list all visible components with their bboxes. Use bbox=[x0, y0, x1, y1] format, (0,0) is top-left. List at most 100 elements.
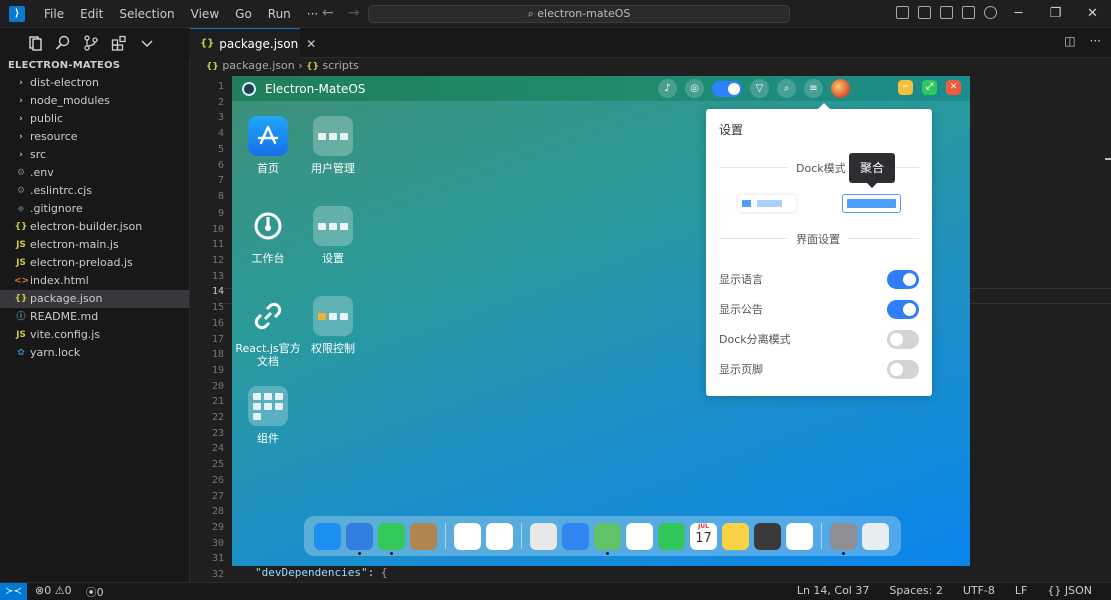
remote-indicator[interactable]: ≻≺ bbox=[0, 583, 27, 600]
explorer-icon[interactable] bbox=[24, 32, 46, 54]
ports-indicator[interactable]: ⦿0 bbox=[86, 584, 104, 600]
globe-icon[interactable]: ◎ bbox=[685, 79, 704, 98]
encoding[interactable]: UTF-8 bbox=[963, 584, 995, 597]
maximize-icon[interactable]: ⤢ bbox=[922, 80, 937, 95]
dock-music-icon[interactable] bbox=[786, 522, 813, 550]
setting-show-footer: 显示页脚 bbox=[719, 359, 919, 379]
tree-item[interactable]: {} package.json bbox=[0, 290, 189, 308]
desktop-icon-user-management[interactable]: 用户管理 bbox=[297, 116, 369, 175]
close-icon[interactable]: ✕ bbox=[1074, 0, 1111, 28]
cursor-position[interactable]: Ln 14, Col 37 bbox=[797, 584, 870, 597]
desktop-icon-workbench[interactable]: 工作台 bbox=[232, 206, 304, 265]
command-center-title: electron-mateOS bbox=[537, 7, 631, 20]
breadcrumb-scripts[interactable]: scripts bbox=[323, 59, 359, 72]
source-control-icon[interactable] bbox=[80, 32, 102, 54]
dock-facetime-icon[interactable] bbox=[658, 522, 685, 550]
split-editor-icon[interactable]: ◫ bbox=[1064, 34, 1075, 48]
menu-run[interactable]: Run bbox=[260, 7, 299, 21]
tree-item[interactable]: {} electron-builder.json bbox=[0, 218, 189, 236]
forward-arrow-icon[interactable]: → bbox=[348, 5, 360, 21]
dock-contacts-icon[interactable] bbox=[410, 522, 437, 550]
minimize-icon[interactable]: ─ bbox=[1000, 0, 1037, 28]
desktop-icon-settings[interactable]: 设置 bbox=[297, 206, 369, 265]
dock-monitor-icon[interactable] bbox=[454, 522, 481, 550]
tree-item[interactable]: ⚙ .env bbox=[0, 164, 189, 182]
desktop-icon-home[interactable]: 首页 bbox=[232, 116, 304, 175]
chevron-down-icon[interactable] bbox=[136, 32, 158, 54]
tree-item-label: src bbox=[30, 148, 47, 161]
tree-item[interactable]: › resource bbox=[0, 128, 189, 146]
tree-item[interactable]: › public bbox=[0, 110, 189, 128]
tree-item[interactable]: JS electron-preload.js bbox=[0, 254, 189, 272]
menu-file[interactable]: File bbox=[36, 7, 72, 21]
tree-item[interactable]: JS vite.config.js bbox=[0, 326, 189, 344]
breadcrumb-file[interactable]: package.json bbox=[222, 59, 294, 72]
back-arrow-icon[interactable]: ← bbox=[322, 5, 334, 21]
bell-icon[interactable]: ♪ bbox=[658, 79, 677, 98]
shirt-icon[interactable]: ▽ bbox=[750, 79, 769, 98]
tree-item[interactable]: › dist-electron bbox=[0, 74, 189, 92]
settings-sliders-icon[interactable]: ≡ bbox=[804, 79, 823, 98]
tree-item[interactable]: ⚙ .eslintrc.cjs bbox=[0, 182, 189, 200]
tree-item[interactable]: › src bbox=[0, 146, 189, 164]
restore-icon[interactable]: ❐ bbox=[1037, 0, 1074, 28]
dock-launchpad-icon[interactable] bbox=[530, 522, 557, 550]
show-notice-switch[interactable] bbox=[887, 299, 919, 319]
tree-item[interactable]: ⓘ README.md bbox=[0, 308, 189, 326]
dock-calculator-icon[interactable] bbox=[754, 522, 781, 550]
minimize-icon[interactable]: ─ bbox=[898, 80, 913, 95]
dock-safari-icon[interactable] bbox=[346, 522, 373, 555]
toggle-sidebar-icon[interactable] bbox=[896, 6, 909, 19]
dock-maps-icon[interactable] bbox=[594, 522, 621, 555]
theme-toggle[interactable] bbox=[712, 80, 742, 97]
desktop-icon-components[interactable]: 组件 bbox=[232, 386, 304, 445]
toggle-secondary-sidebar-icon[interactable] bbox=[940, 6, 953, 19]
language-mode[interactable]: {} JSON bbox=[1047, 584, 1092, 597]
dock-info-icon[interactable] bbox=[486, 522, 513, 550]
end-of-line[interactable]: LF bbox=[1015, 584, 1027, 597]
dock-calendar-icon[interactable]: JUL 17 bbox=[690, 522, 717, 550]
indentation[interactable]: Spaces: 2 bbox=[889, 584, 942, 597]
problems-indicator[interactable]: ⊗0 ⚠0 bbox=[35, 584, 72, 600]
desktop-icon-permissions[interactable]: 权限控制 bbox=[297, 296, 369, 355]
more-actions-icon[interactable]: ··· bbox=[1090, 34, 1101, 48]
popup-caret bbox=[818, 103, 830, 109]
editor-actions: ◫ ··· bbox=[1064, 34, 1101, 48]
dock-mode-tooltip: 聚合 bbox=[849, 153, 896, 188]
search-icon[interactable]: ⌕ bbox=[777, 79, 796, 98]
tree-item[interactable]: JS electron-main.js bbox=[0, 236, 189, 254]
dock-trash-icon[interactable] bbox=[862, 522, 889, 550]
close-icon[interactable]: ✕ bbox=[946, 80, 961, 95]
dock-option-separated[interactable] bbox=[738, 195, 796, 212]
tree-item[interactable]: ◆ .gitignore bbox=[0, 200, 189, 218]
desktop-icon-react-docs[interactable]: React.js官方文档 bbox=[232, 296, 304, 368]
dock-option-aggregated[interactable] bbox=[842, 194, 901, 213]
gear-icon[interactable] bbox=[984, 6, 997, 19]
avatar[interactable] bbox=[831, 79, 850, 98]
tree-item[interactable]: <> index.html bbox=[0, 272, 189, 290]
menu-selection[interactable]: Selection bbox=[111, 7, 182, 21]
feedback-icon[interactable] bbox=[962, 6, 975, 19]
yarn-file-icon: ✿ bbox=[17, 348, 25, 358]
dock-photos-icon[interactable] bbox=[626, 522, 653, 550]
chevron-right-icon: › bbox=[19, 132, 23, 142]
tree-item[interactable]: › node_modules bbox=[0, 92, 189, 110]
command-center-search[interactable]: ⌕ electron-mateOS bbox=[368, 5, 790, 23]
dock-system-settings-icon[interactable] bbox=[830, 522, 857, 555]
dock-messages-icon[interactable] bbox=[378, 522, 405, 555]
show-footer-switch[interactable] bbox=[887, 359, 919, 379]
extensions-icon[interactable] bbox=[108, 32, 130, 54]
toggle-panel-icon[interactable] bbox=[918, 6, 931, 19]
search-icon[interactable] bbox=[52, 32, 74, 54]
tree-item[interactable]: ✿ yarn.lock bbox=[0, 344, 189, 362]
tab-package-json[interactable]: {} package.json ✕ bbox=[190, 28, 316, 58]
menu-edit[interactable]: Edit bbox=[72, 7, 111, 21]
menu-view[interactable]: View bbox=[183, 7, 227, 21]
menu-go[interactable]: Go bbox=[227, 7, 260, 21]
dock-notes-icon[interactable] bbox=[722, 522, 749, 550]
dock-mail-icon[interactable] bbox=[562, 522, 589, 550]
close-tab-icon[interactable]: ✕ bbox=[306, 37, 316, 51]
show-language-switch[interactable] bbox=[887, 269, 919, 289]
dock-app-store-icon[interactable] bbox=[314, 522, 341, 550]
dock-separate-switch[interactable] bbox=[887, 329, 919, 349]
